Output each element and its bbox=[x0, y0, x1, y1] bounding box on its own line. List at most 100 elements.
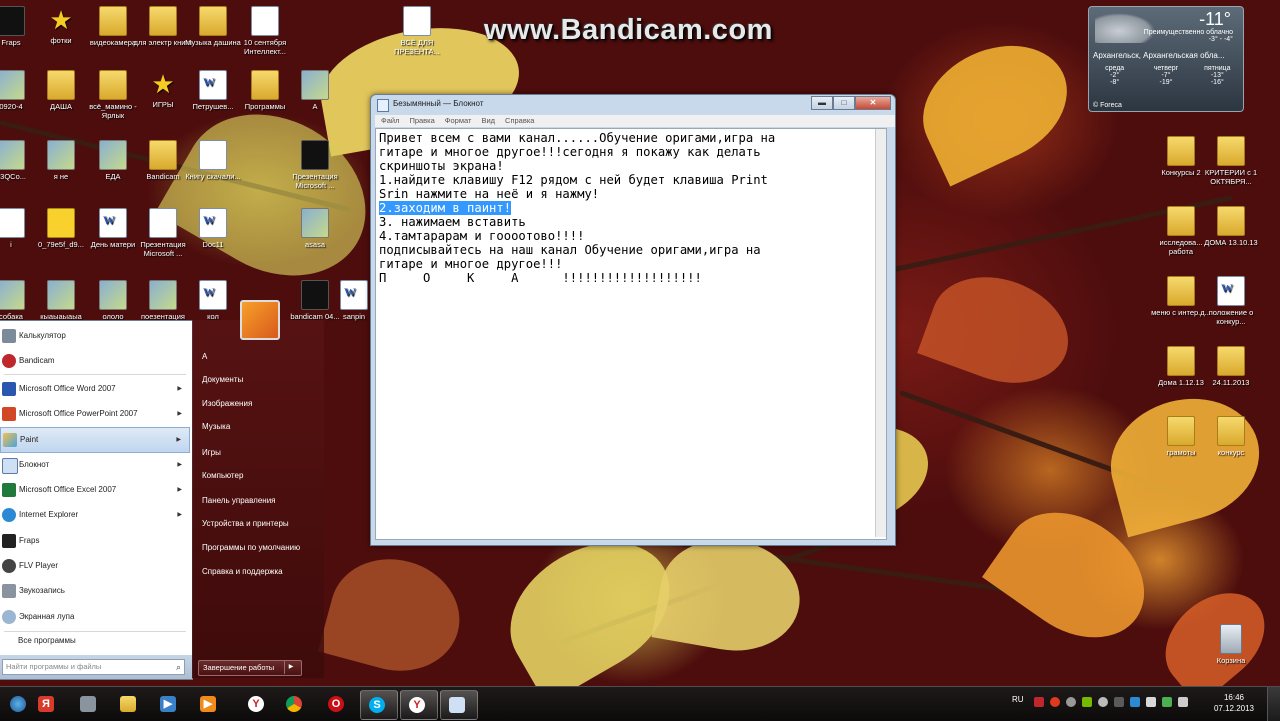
place-help-support[interactable]: Справка и поддержка bbox=[202, 567, 283, 576]
menu-edit[interactable]: Правка bbox=[409, 115, 434, 127]
windows-logo-icon bbox=[10, 696, 26, 712]
minimize-button[interactable]: ▬ bbox=[811, 96, 833, 110]
notepad-icon bbox=[377, 99, 389, 112]
desktop-icon[interactable]: asasa bbox=[284, 208, 346, 249]
show-desktop-button[interactable] bbox=[1267, 687, 1280, 721]
start-menu-places: А Документы Изображения Музыка Игры Комп… bbox=[192, 320, 324, 678]
menu-file[interactable]: Файл bbox=[381, 115, 399, 127]
network-icon[interactable] bbox=[1162, 697, 1172, 707]
desktop-icon[interactable]: sanpin bbox=[334, 280, 374, 321]
desktop-icon[interactable]: положение о конкур... bbox=[1200, 276, 1262, 326]
desktop-icon[interactable]: кол bbox=[182, 280, 244, 321]
place-control-panel[interactable]: Панель управления bbox=[202, 496, 276, 505]
place-computer[interactable]: Компьютер bbox=[202, 471, 243, 480]
submenu-arrow-icon: ▶ bbox=[176, 437, 181, 443]
start-menu-programs: Калькулятор Bandicam Microsoft Office Wo… bbox=[0, 320, 193, 680]
desktop-icon[interactable]: ВСЁ ДЛЯ ПРЕЗЕНТА... bbox=[386, 6, 448, 56]
place-devices-printers[interactable]: Устройства и принтеры bbox=[202, 519, 289, 528]
tray-app-icon[interactable] bbox=[1066, 697, 1076, 707]
forecast-day: четверг -7° -19° bbox=[1153, 65, 1179, 86]
menu-format[interactable]: Формат bbox=[445, 115, 472, 127]
folder-icon bbox=[1167, 206, 1195, 236]
program-powerpoint[interactable]: Microsoft Office PowerPoint 2007 ▶ bbox=[0, 402, 190, 426]
program-flv-player[interactable]: FLV Player bbox=[0, 554, 190, 578]
place-pictures[interactable]: Изображения bbox=[202, 399, 252, 408]
desktop-icon[interactable]: Doc11 bbox=[182, 208, 244, 249]
tray-app-icon[interactable] bbox=[1146, 697, 1156, 707]
start-menu: Калькулятор Bandicam Microsoft Office Wo… bbox=[0, 320, 324, 680]
place-documents[interactable]: Документы bbox=[202, 375, 243, 384]
system-clock[interactable]: 16:46 07.12.2013 bbox=[1214, 692, 1254, 714]
recycle-bin[interactable]: Корзина bbox=[1200, 624, 1262, 665]
taskbar-explorer[interactable] bbox=[112, 690, 142, 718]
taskbar-yandex-browser[interactable]: Y bbox=[240, 690, 270, 718]
taskbar-yandex-window[interactable]: Y bbox=[400, 690, 438, 720]
word-document-icon bbox=[199, 70, 227, 100]
place-music[interactable]: Музыка bbox=[202, 422, 230, 431]
desktop-icon[interactable]: конкурс bbox=[1200, 416, 1262, 457]
start-button[interactable] bbox=[2, 690, 32, 718]
taskbar-chrome[interactable] bbox=[278, 690, 308, 718]
editor-text[interactable]: Привет всем с вами канал......Обучение о… bbox=[379, 131, 869, 285]
tray-app-icon[interactable] bbox=[1098, 697, 1108, 707]
desktop-icon[interactable]: А bbox=[284, 70, 346, 111]
bandicam-tray-icon[interactable] bbox=[1034, 697, 1044, 707]
shutdown-options-arrow-icon[interactable]: ▶ bbox=[284, 660, 297, 674]
language-indicator[interactable]: RU bbox=[1012, 695, 1024, 704]
place-games[interactable]: Игры bbox=[202, 448, 221, 457]
program-word[interactable]: Microsoft Office Word 2007 ▶ bbox=[0, 377, 190, 401]
desktop-icon[interactable]: КРИТЕРИИ с 1 ОКТЯБРЯ... bbox=[1200, 136, 1262, 186]
desktop-icon[interactable]: 24.11.2013 bbox=[1200, 346, 1262, 387]
program-paint[interactable]: Paint ▶ bbox=[0, 427, 190, 453]
star-icon: ★ bbox=[49, 5, 73, 35]
document-icon bbox=[403, 6, 431, 36]
tray-app-icon[interactable] bbox=[1130, 697, 1140, 707]
desktop-icon[interactable]: Презентация Microsoft ... bbox=[284, 140, 346, 190]
nvidia-icon[interactable] bbox=[1082, 697, 1092, 707]
wallpaper-leaf bbox=[1097, 382, 1273, 538]
program-notepad[interactable]: Блокнот ▶ bbox=[0, 453, 190, 477]
image-icon bbox=[47, 140, 75, 170]
separator bbox=[4, 631, 186, 632]
close-button[interactable]: ✕ bbox=[855, 96, 891, 110]
all-programs-button[interactable]: Все программы bbox=[18, 636, 76, 645]
desktop-icon[interactable]: Книгу скачали... bbox=[182, 140, 244, 181]
submenu-arrow-icon: ▶ bbox=[177, 462, 182, 468]
notepad-window[interactable]: Безымянный — Блокнот ▬ □ ✕ Файл Правка Ф… bbox=[370, 94, 896, 546]
program-fraps[interactable]: Fraps bbox=[0, 529, 190, 553]
forecast-day: среда -2° -8° bbox=[1105, 65, 1125, 86]
taskbar-yandex[interactable]: Я bbox=[30, 690, 60, 718]
program-excel[interactable]: Microsoft Office Excel 2007 ▶ bbox=[0, 478, 190, 502]
folder-icon bbox=[1167, 136, 1195, 166]
taskbar-media-player[interactable]: ▶ bbox=[152, 690, 182, 718]
taskbar-video[interactable]: ▶ bbox=[192, 690, 222, 718]
tray-app-icon[interactable] bbox=[1114, 697, 1124, 707]
desktop-icon[interactable]: 10 сентября Интеллект... bbox=[234, 6, 296, 56]
user-picture[interactable] bbox=[240, 300, 280, 340]
place-default-programs[interactable]: Программы по умолчанию bbox=[202, 543, 300, 552]
text-editor[interactable]: Привет всем с вами канал......Обучение о… bbox=[375, 128, 887, 540]
volume-icon[interactable] bbox=[1178, 697, 1188, 707]
menu-help[interactable]: Справка bbox=[505, 115, 534, 127]
tray-app-icon[interactable] bbox=[1050, 697, 1060, 707]
program-calculator[interactable]: Калькулятор bbox=[0, 324, 190, 348]
document-icon bbox=[0, 208, 25, 238]
taskbar-notepad[interactable] bbox=[440, 690, 478, 720]
program-internet-explorer[interactable]: Internet Explorer ▶ bbox=[0, 503, 190, 527]
weather-gadget[interactable]: -11° Преимущественно облачно -3° - -4° Ар… bbox=[1088, 6, 1244, 112]
maximize-button[interactable]: □ bbox=[833, 96, 855, 110]
place-user[interactable]: А bbox=[202, 352, 207, 361]
menu-view[interactable]: Вид bbox=[481, 115, 495, 127]
taskbar-skype[interactable]: S bbox=[360, 690, 398, 720]
taskbar-calculator[interactable] bbox=[72, 690, 102, 718]
weather-source: © Foreca bbox=[1093, 102, 1122, 109]
excel-icon bbox=[2, 483, 16, 497]
taskbar-opera[interactable]: O bbox=[320, 690, 350, 718]
program-magnifier[interactable]: Экранная лупа bbox=[0, 605, 190, 629]
program-sound-recorder[interactable]: Звукозапись bbox=[0, 579, 190, 603]
desktop-icon[interactable]: ДОМА 13.10.13 bbox=[1200, 206, 1262, 247]
folder-icon bbox=[1217, 346, 1245, 376]
vertical-scrollbar[interactable] bbox=[875, 129, 886, 537]
program-bandicam[interactable]: Bandicam bbox=[0, 349, 190, 373]
search-input[interactable]: Найти программы и файлы ⌕ bbox=[2, 659, 185, 675]
